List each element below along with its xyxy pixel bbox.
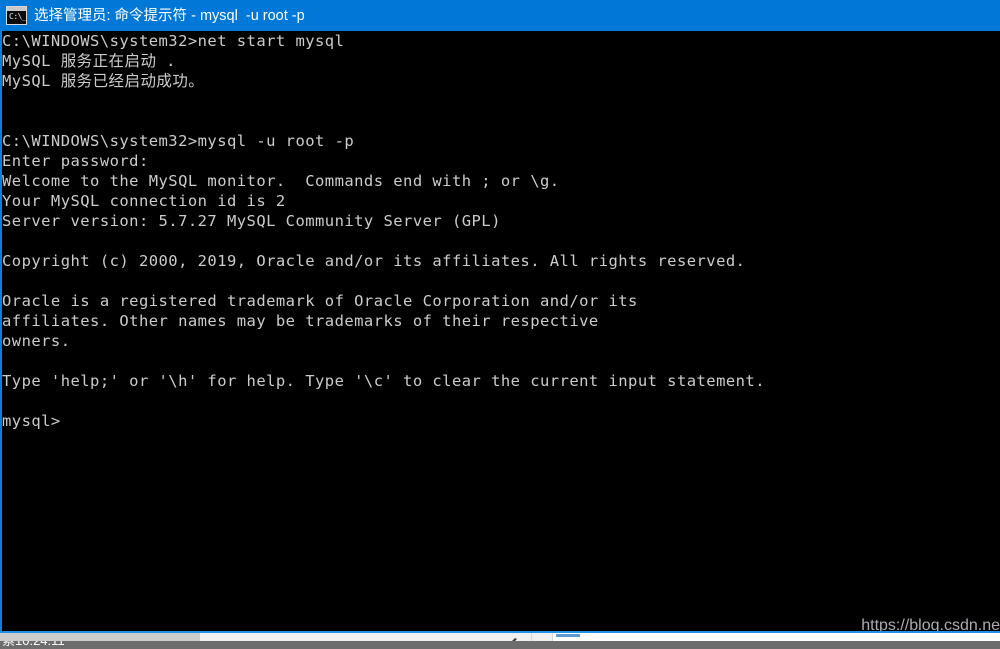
caret-icon [506, 633, 520, 641]
console-line: affiliates. Other names may be trademark… [2, 312, 599, 330]
background-blue-indicator [556, 634, 580, 637]
window-title-bar[interactable]: C:\_ 选择管理员: 命令提示符 - mysql -u root -p [0, 0, 1000, 31]
background-divider-left [531, 633, 532, 641]
window-title: 选择管理员: 命令提示符 - mysql -u root -p [34, 7, 305, 24]
console-line: MySQL 服务已经启动成功。 [2, 72, 205, 90]
console-line: Oracle is a registered trademark of Orac… [2, 292, 638, 310]
console-line: MySQL 服务正在启动 . [2, 52, 176, 70]
console-line: C:\WINDOWS\system32>net start mysql [2, 32, 345, 50]
taskbar-clock: 索10:24:11 [2, 641, 65, 648]
console-line: C:\WINDOWS\system32>mysql -u root -p [2, 132, 355, 150]
console-output-area[interactable]: C:\WINDOWS\system32>net start mysql MySQL… [0, 31, 1000, 633]
console-icon-glyph: C:\_ [9, 12, 27, 21]
watermark-text: https://blog.csdn.ne [861, 617, 1000, 633]
console-line: Copyright (c) 2000, 2019, Oracle and/or … [2, 252, 746, 270]
taskbar[interactable]: 索10:24:11 [0, 641, 1000, 649]
console-window[interactable]: C:\_ 选择管理员: 命令提示符 - mysql -u root -p C:\… [0, 0, 1000, 633]
horizontal-scrollbar-thumb[interactable] [0, 633, 200, 641]
console-icon-strip [7, 7, 26, 11]
console-line: owners. [2, 332, 71, 350]
console-text-buffer: C:\WINDOWS\system32>net start mysql MySQL… [2, 31, 765, 431]
console-line: Enter password: [2, 152, 149, 170]
console-line: Type 'help;' or '\h' for help. Type '\c'… [2, 372, 765, 390]
console-line: Your MySQL connection id is 2 [2, 192, 286, 210]
console-line: Welcome to the MySQL monitor. Commands e… [2, 172, 560, 190]
console-line: Server version: 5.7.27 MySQL Community S… [2, 212, 501, 230]
background-white-area [553, 633, 1000, 641]
console-icon: C:\_ [6, 6, 27, 25]
console-line: mysql> [2, 412, 61, 430]
background-divider-right [552, 633, 553, 641]
